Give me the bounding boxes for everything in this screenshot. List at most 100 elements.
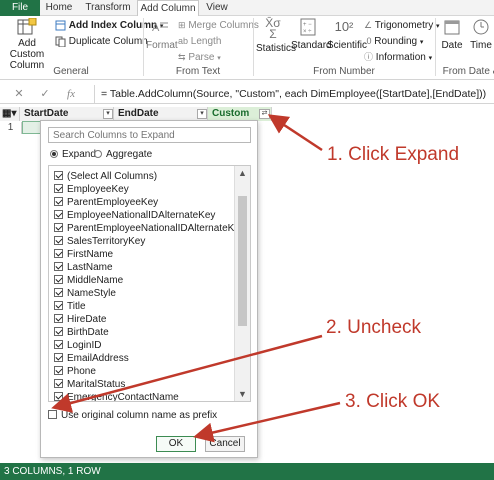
list-item[interactable]: EmployeeKey [54,183,129,196]
information-button[interactable]: ⓘ Information ▾ [364,51,432,64]
format-button[interactable]: A Format [146,18,178,51]
checkbox[interactable] [54,262,63,271]
ok-button[interactable]: OK [156,436,196,452]
list-item-label: MiddleName [67,275,124,286]
from-date-group-label: From Date & [442,66,494,77]
svg-text:A: A [152,22,160,34]
checkbox[interactable] [54,197,63,206]
list-item[interactable]: (Select All Columns) [54,170,157,183]
statistics-button[interactable]: X̄σ Σ Statistics [256,16,297,54]
index-column-icon [55,20,66,31]
tab-file[interactable]: File [0,0,40,16]
parse-button[interactable]: ⇆ Parse ▾ [178,51,221,64]
expand-radio[interactable]: Expand [50,148,96,162]
scroll-down-icon[interactable]: ▼ [235,387,250,401]
startdate-filter-button[interactable]: ▾ [103,109,113,119]
function-icon[interactable]: fx [64,87,78,101]
table-menu-icon[interactable]: ▦▾ [0,107,20,121]
checkbox[interactable] [54,392,63,401]
checkbox[interactable] [54,353,63,362]
list-item[interactable]: EmailAddress [54,352,129,365]
checkbox[interactable] [54,366,63,375]
tab-add-column[interactable]: Add Column [137,0,199,17]
tab-view[interactable]: View [201,0,233,16]
enddate-filter-button[interactable]: ▾ [197,109,207,119]
checkbox[interactable] [54,184,63,193]
formula-input[interactable]: = Table.AddColumn(Source, "Custom", each… [94,85,492,103]
column-header-startdate[interactable]: StartDate [20,107,114,121]
checkbox[interactable] [54,223,63,232]
checkbox[interactable] [54,314,63,323]
column-header-enddate[interactable]: EndDate [114,107,208,121]
tab-home[interactable]: Home [40,0,78,16]
svg-text:+ −: + − [303,22,312,28]
checkbox[interactable] [54,275,63,284]
length-button[interactable]: ab Length [178,35,221,48]
list-item[interactable]: ParentEmployeeKey [54,196,158,209]
list-item-label: LastName [67,262,113,273]
prefix-checkbox[interactable] [48,410,57,419]
time-button[interactable]: Time [468,18,494,51]
cancel-button[interactable]: Cancel [205,436,245,452]
merge-columns-button[interactable]: ⊞ Merge Columns [178,19,259,32]
expand-column-button[interactable]: ⇄ [259,109,270,119]
checkbox[interactable] [54,288,63,297]
list-item[interactable]: BirthDate [54,326,109,339]
list-item[interactable]: ParentEmployeeNationalIDAlternateKey [54,222,245,235]
prefix-checkbox-row[interactable]: Use original column name as prefix [48,409,217,423]
standard-button[interactable]: + − × ÷ Standard [291,18,332,51]
list-scrollbar[interactable]: ▲ ▼ [234,166,250,401]
list-item[interactable]: EmergencyContactName [54,391,179,401]
confirm-formula-icon[interactable]: ✓ [38,87,52,101]
trigonometry-button[interactable]: ∠ Trigonometry ▾ [364,19,440,32]
rounding-button[interactable]: .0 Rounding ▾ [364,35,423,48]
list-item[interactable]: Phone [54,365,96,378]
list-item-label: FirstName [67,249,114,260]
search-columns-input[interactable] [48,127,251,143]
add-custom-column-button[interactable]: Add Custom Column [4,18,50,71]
checkbox[interactable] [54,301,63,310]
list-item[interactable]: HireDate [54,313,106,326]
checkbox[interactable] [54,236,63,245]
list-item[interactable]: NameStyle [54,287,116,300]
list-item[interactable]: Title [54,300,86,313]
checkbox[interactable] [54,379,63,388]
checkbox[interactable] [54,249,63,258]
aggregate-radio[interactable]: Aggregate [94,148,152,162]
checkbox[interactable] [54,171,63,180]
list-item-label: LoginID [67,340,102,351]
list-item[interactable]: MiddleName [54,274,123,287]
list-item[interactable]: LastName [54,261,113,274]
date-button[interactable]: Date [438,18,466,51]
list-item[interactable]: SalesTerritoryKey [54,235,145,248]
list-item-label: (Select All Columns) [67,171,158,182]
list-item[interactable]: FirstName [54,248,113,261]
checkbox[interactable] [54,210,63,219]
custom-column-icon [17,18,37,35]
scrollbar-thumb[interactable] [238,196,247,326]
clock-icon [473,19,489,35]
list-item[interactable]: LoginID [54,339,101,352]
checkbox[interactable] [54,327,63,336]
list-item[interactable]: MaritalStatus [54,378,125,391]
checkbox[interactable] [54,340,63,349]
sigma-icon: X̄σ Σ [265,16,281,41]
duplicate-column-button[interactable]: Duplicate Column [55,35,148,48]
statistics-label: Statistics [256,43,297,54]
ribbon-tab-bar: File Home Transform Add Column View [0,0,494,17]
format-icon: A [152,22,168,34]
selected-cell[interactable] [22,121,42,134]
tab-transform[interactable]: Transform [80,0,136,16]
list-item-label: MaritalStatus [67,379,126,390]
standard-label: Standard [291,40,332,51]
chevron-down-icon: ▾ [419,39,424,46]
time-label: Time [470,40,492,51]
scientific-button[interactable]: 10² Scientific [327,18,367,51]
scroll-up-icon[interactable]: ▲ [235,166,250,180]
row-number: 1 [0,122,22,134]
cancel-formula-icon[interactable]: ✕ [12,87,26,101]
svg-text:× ÷: × ÷ [303,29,312,35]
list-item[interactable]: EmployeeNationalIDAlternateKey [54,209,215,222]
calendar-icon [444,20,460,35]
chevron-down-icon: ▾ [217,55,221,62]
